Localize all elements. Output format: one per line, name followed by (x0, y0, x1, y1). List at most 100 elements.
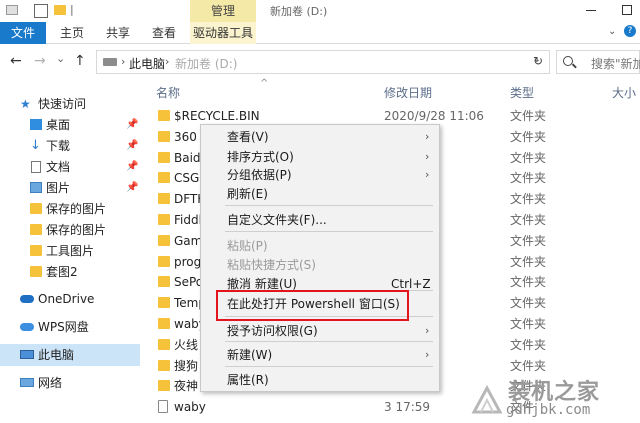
drive-icon (103, 58, 117, 66)
tab-file[interactable]: 文件 (0, 22, 46, 44)
file-icon (158, 400, 168, 414)
file-type: 文件夹 (510, 275, 547, 290)
address-bar[interactable]: › 此电脑 › 新加卷 (D:) ⌄ (96, 50, 550, 74)
ribbon-expand-icon[interactable]: ⌄ (608, 26, 616, 37)
folder-icon (30, 266, 42, 277)
folder-icon (158, 338, 170, 350)
help-icon[interactable]: ? (624, 25, 636, 37)
breadcrumb-this-pc[interactable]: 此电脑 (129, 55, 165, 72)
sidebar-item-label: 此电脑 (38, 348, 75, 362)
navigation-bar: ← → ⌄ ↑ › 此电脑 › 新加卷 (D:) ⌄ ↻ 搜索"新加卷 (0, 46, 640, 78)
menu-item-label: 刷新(E) (227, 187, 268, 201)
column-header-name[interactable]: 名称 (156, 84, 180, 101)
column-header-size[interactable]: 大小 (612, 84, 636, 101)
file-name: SePo (174, 275, 204, 290)
pin-icon[interactable]: 📌 (126, 177, 138, 199)
download-icon: ↓ (30, 138, 41, 153)
file-type: 文件夹 (510, 171, 547, 186)
breadcrumb-separator[interactable]: › (121, 55, 125, 68)
tab-manage[interactable]: 管理 (190, 0, 256, 22)
watermark-url: gdhjbk.com (506, 402, 591, 418)
desktop-icon (30, 119, 42, 130)
menu-item-label: 查看(V) (227, 130, 269, 144)
breadcrumb-drive-d[interactable]: 新加卷 (D:) (175, 55, 237, 72)
file-type: 文件夹 (510, 233, 547, 248)
file-type: 文件夹 (510, 296, 547, 311)
customize-qa-icon[interactable]: | (70, 3, 74, 16)
folder-icon (158, 214, 170, 225)
maximize-icon[interactable] (622, 5, 632, 15)
search-box[interactable]: 搜索"新加卷 (556, 50, 640, 74)
sidebar-item-documents[interactable]: 文档 📌 (0, 156, 140, 178)
file-name: waby (174, 400, 206, 415)
app-icon[interactable] (6, 5, 18, 15)
minimize-icon[interactable] (586, 10, 596, 11)
submenu-arrow-icon: › (425, 130, 430, 143)
column-header-date[interactable]: 修改日期 (384, 84, 432, 101)
sidebar-item-network[interactable]: 网络 (0, 372, 140, 394)
search-icon (563, 56, 573, 66)
sidebar-item-saved-pictures-2[interactable]: 保存的图片 (0, 219, 140, 241)
file-date: 3 17:59 (384, 400, 431, 415)
sidebar-item-saved-pictures[interactable]: 保存的图片 (0, 198, 140, 220)
menu-item[interactable]: 刷新(E) (201, 183, 439, 205)
tab-share[interactable]: 共享 (98, 22, 138, 44)
tab-drive-tools[interactable]: 驱动器工具 (190, 22, 256, 44)
menu-item[interactable]: 属性(R) (201, 369, 439, 391)
pin-icon[interactable]: 📌 (126, 135, 138, 157)
up-icon[interactable]: ↑ (74, 53, 86, 69)
search-input[interactable]: 搜索"新加卷 (591, 55, 640, 72)
file-name: Gam (174, 233, 203, 248)
back-icon[interactable]: ← (10, 53, 22, 69)
file-type: 文件夹 (510, 213, 547, 227)
new-folder-icon[interactable] (54, 5, 66, 15)
sidebar-item-label: 工具图片 (46, 244, 95, 258)
sidebar-item-label: 下载 (46, 139, 71, 153)
context-menu: 查看(V) › 排序方式(O) › 分组依据(P) › 刷新(E) 自定义文件夹(F)... 粘… (200, 124, 440, 392)
tab-home[interactable]: 主页 (52, 22, 92, 44)
cloud-icon (20, 295, 34, 303)
sidebar-item-label: 保存的图片 (46, 202, 107, 216)
network-icon (20, 378, 34, 387)
sidebar-item-pictures[interactable]: 图片 📌 (0, 177, 140, 199)
folder-icon (158, 255, 170, 267)
sidebar-item-downloads[interactable]: ↓ 下载 📌 (0, 135, 140, 157)
menu-item[interactable]: 新建(W) › (201, 344, 439, 366)
file-name: 火线 (174, 337, 199, 352)
sidebar-item-label: 套图2 (46, 265, 78, 279)
menu-item[interactable]: 授予访问权限(G) › (201, 320, 439, 342)
file-name: 360 (174, 129, 197, 144)
cloud-icon (20, 323, 34, 331)
file-name: prog (174, 254, 202, 269)
sidebar-item-quick-access[interactable]: ★ 快速访问 (0, 93, 140, 115)
menu-item-label: 授予访问权限(G) (227, 324, 318, 338)
properties-check-icon[interactable] (34, 4, 48, 18)
forward-icon[interactable]: → (34, 53, 46, 69)
folder-icon (30, 224, 42, 235)
sidebar-item-onedrive[interactable]: OneDrive (0, 288, 140, 310)
sidebar-item-label: 快速访问 (38, 97, 87, 111)
pictures-icon (30, 182, 42, 193)
menu-item[interactable]: 自定义文件夹(F)... (201, 209, 439, 231)
refresh-icon[interactable]: ↻ (533, 54, 543, 68)
tab-view[interactable]: 查看 (144, 22, 184, 44)
sidebar-item-this-pc[interactable]: 此电脑 (0, 344, 140, 366)
sidebar-item-label: WPS网盘 (38, 320, 89, 334)
file-type: 文件夹 (510, 150, 547, 165)
sidebar-item-wps-drive[interactable]: WPS网盘 (0, 316, 140, 338)
column-header-type[interactable]: 类型 (510, 84, 534, 101)
menu-separator (225, 205, 433, 206)
folder-icon (158, 110, 170, 121)
sort-ascending-icon: ^ (260, 78, 269, 89)
sidebar-item-tool-pictures[interactable]: 工具图片 (0, 240, 140, 262)
sidebar-item-set2[interactable]: 套图2 (0, 261, 140, 283)
pin-icon[interactable]: 📌 (126, 156, 138, 178)
menu-item-label: 属性(R) (227, 373, 269, 387)
sidebar-item-desktop[interactable]: 桌面 📌 (0, 114, 140, 136)
pin-icon[interactable]: 📌 (126, 114, 138, 136)
recent-locations-icon[interactable]: ⌄ (56, 52, 65, 65)
menu-item[interactable]: 查看(V) › (201, 126, 439, 148)
watermark-logo-icon (471, 384, 503, 414)
breadcrumb-separator[interactable]: › (165, 55, 169, 68)
folder-icon (158, 380, 170, 392)
